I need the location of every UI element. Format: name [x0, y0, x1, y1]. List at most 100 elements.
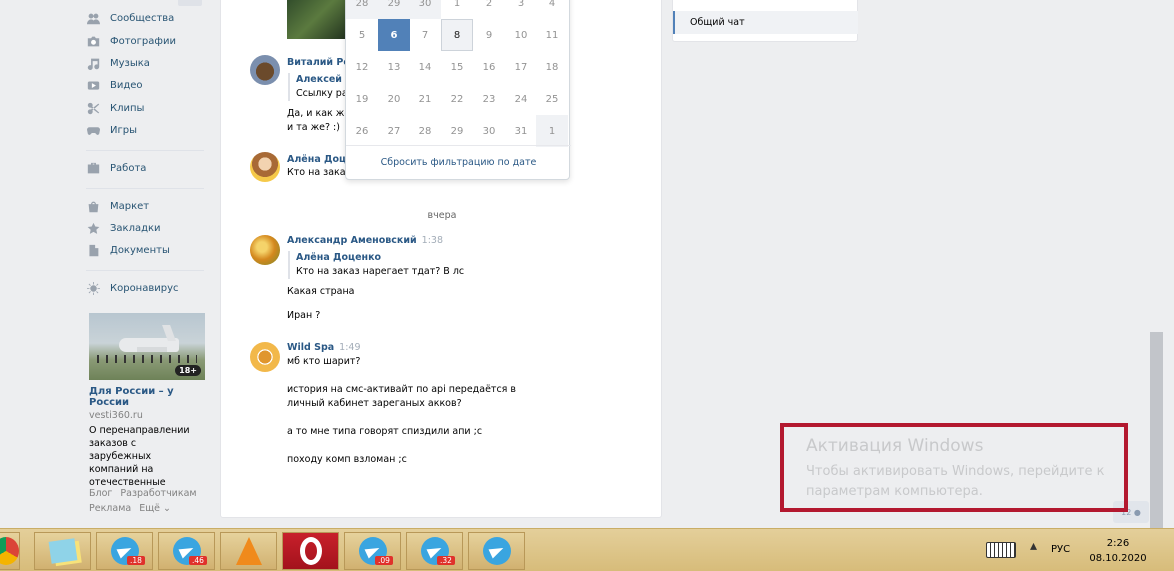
sidebar-item-video[interactable]: Видео [86, 75, 143, 95]
sidebar-item-label: Клипы [110, 102, 145, 114]
calendar-day[interactable]: 6 [378, 19, 410, 51]
calendar-day[interactable]: 28 [346, 0, 378, 19]
calendar-day[interactable]: 27 [378, 115, 410, 147]
ad-domain: vesti360.ru [89, 410, 143, 421]
avatar[interactable] [250, 55, 280, 85]
taskbar-telegram-4[interactable]: .32 [406, 532, 463, 570]
calendar-day[interactable]: 29 [441, 115, 473, 147]
telegram-icon [482, 537, 511, 565]
calendar-day[interactable]: 17 [505, 51, 537, 83]
sidebar-item-games[interactable]: Игры [86, 120, 137, 140]
sidebar-item-label: Маркет [110, 200, 150, 212]
quote-author: Алёна Доценко [296, 252, 382, 263]
reply-quote[interactable]: Алёна Доценко Кто на заказ нарегает тдат… [288, 251, 464, 279]
sidebar-item-work[interactable]: Работа [86, 158, 146, 178]
sidebar-item-documents[interactable]: Документы [86, 240, 170, 260]
calendar-day[interactable]: 19 [346, 83, 378, 115]
message-author[interactable]: Александр Аменовский 1:38 [287, 235, 443, 246]
sidebar-item-label: Музыка [110, 57, 150, 69]
message-text: и та же? :) [287, 122, 340, 133]
ad-image[interactable]: 18+ [89, 313, 205, 380]
page-scrollbar[interactable] [1150, 332, 1163, 528]
sidebar-item-label: Работа [110, 162, 147, 174]
date-filter-calendar: 28 29 30 1 2 3 4 5 6 7 8 9 10 11 12 13 14 15 16 17 18 19 20 21 2… [345, 0, 571, 180]
calendar-day[interactable]: 13 [378, 51, 410, 83]
calendar-day[interactable]: 28 [409, 115, 441, 147]
calendar-day[interactable]: 30 [409, 0, 441, 19]
message-text: личный кабинет зареганых акков? [287, 398, 462, 409]
calendar-day[interactable]: 18 [536, 51, 568, 83]
taskbar-telegram-1[interactable]: .18 [96, 532, 153, 570]
calendar-day[interactable]: 29 [378, 0, 410, 19]
people-graphic [97, 355, 197, 363]
sidebar-item-clips[interactable]: Клипы [86, 98, 144, 118]
taskbar-vlc[interactable] [220, 532, 277, 570]
sidebar-item-coronavirus[interactable]: Коронавирус [86, 278, 179, 298]
calendar-day[interactable]: 23 [473, 83, 505, 115]
calendar-day[interactable]: 1 [441, 0, 473, 19]
calendar-day[interactable]: 24 [505, 83, 537, 115]
footer-link-more[interactable]: Ещё ⌄ [139, 503, 171, 514]
avatar[interactable] [250, 152, 280, 182]
taskbar-telegram-3[interactable]: .09 [344, 532, 401, 570]
calendar-day[interactable]: 4 [536, 0, 568, 19]
calendar-day[interactable]: 31 [505, 115, 537, 147]
footer-link-blog[interactable]: Блог [89, 488, 112, 499]
calendar-day[interactable]: 14 [409, 51, 441, 83]
sidebar-item-label: Закладки [110, 222, 161, 234]
calendar-day[interactable]: 15 [441, 51, 473, 83]
right-nav-item-general-chat[interactable]: Общий чат [673, 11, 858, 34]
calendar-day[interactable]: 8 [441, 19, 473, 51]
sidebar-item-bookmarks[interactable]: Закладки [86, 218, 161, 238]
calendar-day[interactable]: 26 [346, 115, 378, 147]
sticky-notes-icon [48, 538, 77, 564]
sidebar-item-label: Коронавирус [110, 282, 179, 294]
music-note-icon [86, 56, 100, 70]
ad-title[interactable]: Для России – у России [89, 386, 206, 408]
calendar-day[interactable]: 21 [409, 83, 441, 115]
message-text: а то мне типа говорят спиздили апи ;с [287, 426, 483, 437]
sidebar-item-groups[interactable]: Сообщества [86, 8, 174, 28]
calendar-day[interactable]: 1 [536, 115, 568, 147]
sidebar-item-music[interactable]: Музыка [86, 53, 150, 73]
calendar-day[interactable]: 11 [536, 19, 568, 51]
calendar-day[interactable]: 9 [473, 19, 505, 51]
message: Александр Аменовский 1:38 Алёна Доценко К… [250, 235, 650, 330]
taskbar-chrome[interactable] [0, 532, 20, 570]
taskbar-opera[interactable] [282, 532, 339, 570]
avatar[interactable] [250, 235, 280, 265]
calendar-day[interactable]: 3 [505, 0, 537, 19]
calendar-day[interactable]: 30 [473, 115, 505, 147]
calendar-day[interactable]: 5 [346, 19, 378, 51]
sidebar-ad[interactable]: 18+ Для России – у России vesti360.ru О … [89, 313, 206, 489]
calendar-day[interactable]: 16 [473, 51, 505, 83]
tray-clock[interactable]: 2:26 08.10.2020 [1088, 536, 1148, 566]
calendar-day[interactable]: 12 [346, 51, 378, 83]
reset-date-filter-button[interactable]: Сбросить фильтрацию по дате [346, 145, 571, 179]
footer-link-dev[interactable]: Разработчикам [120, 488, 196, 499]
calendar-day[interactable]: 20 [378, 83, 410, 115]
keyboard-icon[interactable] [986, 542, 1016, 558]
message-author[interactable]: Wild Spa 1:49 [287, 342, 361, 353]
calendar-day[interactable]: 2 [473, 0, 505, 19]
calendar-day[interactable]: 7 [409, 19, 441, 51]
footer-link-ads[interactable]: Реклама [89, 503, 131, 514]
calendar-day[interactable]: 10 [505, 19, 537, 51]
taskbar-sticky-notes[interactable] [34, 532, 91, 570]
calendar-day[interactable]: 22 [441, 83, 473, 115]
unread-badge: .32 [437, 556, 455, 565]
windows-taskbar: .18 .46 .09 .32 ▴ РУС 2:26 08.10.2020 [0, 528, 1174, 571]
sidebar-item-photos[interactable]: Фотографии [86, 31, 176, 51]
photo-attachment[interactable] [287, 0, 345, 39]
gamepad-icon [86, 123, 100, 137]
input-language[interactable]: РУС [1051, 544, 1070, 555]
taskbar-telegram-5[interactable] [468, 532, 525, 570]
message-text: Да, и как же [287, 108, 351, 119]
avatar[interactable] [250, 342, 280, 372]
calendar-day[interactable]: 25 [536, 83, 568, 115]
sidebar-item-market[interactable]: Маркет [86, 196, 149, 216]
age-badge: 18+ [175, 365, 201, 376]
unread-badge: .18 [127, 556, 145, 565]
show-hidden-icons-icon[interactable]: ▴ [1030, 538, 1037, 554]
taskbar-telegram-2[interactable]: .46 [158, 532, 215, 570]
